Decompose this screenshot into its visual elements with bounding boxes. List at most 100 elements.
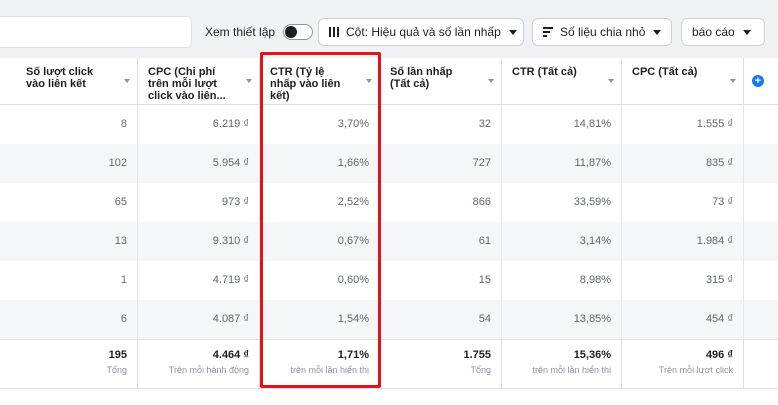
- metrics-table: Số lượt click vào liên kết 8 102 65 13 1…: [0, 58, 778, 405]
- table-cell: 727: [380, 144, 502, 183]
- column-ctr-link: CTR (Tỷ lệ nhấp vào liên kết) 3,70% 1,66…: [260, 58, 380, 388]
- sort-icon[interactable]: [730, 79, 736, 83]
- column-header[interactable]: CTR (Tỷ lệ nhấp vào liên kết): [260, 58, 380, 105]
- table-cell: 3,70%: [260, 105, 380, 144]
- total-label: trên mỗi lần hiển thị: [290, 365, 369, 375]
- total-cell: 1,71% trên mỗi lần hiển thị: [260, 339, 380, 388]
- table-cell: 65: [0, 183, 138, 222]
- sort-icon[interactable]: [488, 79, 494, 83]
- table-cell: 9.310 ₫: [138, 222, 260, 261]
- add-column-plus-icon[interactable]: +: [752, 75, 764, 87]
- table-cell: 14,81%: [502, 105, 622, 144]
- table-cell: 866: [380, 183, 502, 222]
- sort-icon[interactable]: [124, 79, 130, 83]
- table-cell: 2,52%: [260, 183, 380, 222]
- reports-dropdown-label: báo cáo: [692, 25, 735, 39]
- table-cell: 835 ₫: [622, 144, 744, 183]
- table-cell: [744, 183, 778, 222]
- column-cpc-link: CPC (Chi phí trên mỗi lượt click vào liê…: [138, 58, 260, 388]
- total-cell: 15,36% trên mỗi lần hiển thị: [502, 339, 622, 388]
- table-cell: 973 ₫: [138, 183, 260, 222]
- sort-icon[interactable]: [366, 79, 372, 83]
- total-cell: 195 Tổng: [0, 339, 138, 388]
- table-cell: 0,60%: [260, 261, 380, 300]
- table-cell: 8,98%: [502, 261, 622, 300]
- column-header[interactable]: CPC (Tất cả): [622, 58, 744, 105]
- view-setup-toggle[interactable]: [283, 24, 314, 40]
- total-label: Trên mỗi lượt click: [658, 365, 733, 375]
- table-cell: 6.219 ₫: [138, 105, 260, 144]
- table-cell: 454 ₫: [622, 300, 744, 339]
- toggle-knob: [285, 26, 298, 38]
- total-value: 4.464 ₫: [212, 349, 249, 361]
- column-cpc-all: CPC (Tất cả) 1.555 ₫ 835 ₫ 73 ₫ 1.984 ₫ …: [622, 58, 744, 388]
- table-cell: 6: [0, 300, 138, 339]
- search-box[interactable]: [0, 16, 192, 48]
- table-cell: [744, 144, 778, 183]
- table-cell: 1.984 ₫: [622, 222, 744, 261]
- table-cell: 1,66%: [260, 144, 380, 183]
- table-cell: 8: [0, 105, 138, 144]
- total-cell: 496 ₫ Trên mỗi lượt click: [622, 339, 744, 388]
- table-cell: 4.719 ₫: [138, 261, 260, 300]
- total-label: Trên mỗi hành động: [168, 365, 249, 375]
- table-cell: 73 ₫: [622, 183, 744, 222]
- table-cell: 1.555 ₫: [622, 105, 744, 144]
- chevron-down-icon: [742, 29, 751, 35]
- view-setup-label: Xem thiết lập: [205, 25, 276, 39]
- table-cell: 315 ₫: [622, 261, 744, 300]
- columns-icon: [329, 27, 339, 37]
- column-header[interactable]: Số lần nhấp (Tất cả): [380, 58, 502, 105]
- total-value: 1.755: [463, 349, 491, 361]
- total-value: 1,71%: [337, 349, 369, 361]
- table-cell: 1,54%: [260, 300, 380, 339]
- chevron-down-icon: [653, 29, 662, 35]
- table-cell: 13: [0, 222, 138, 261]
- toolbar: Xem thiết lập Cột: Hiệu quả và số lần nh…: [0, 0, 778, 58]
- breakdown-dropdown-label: Số liệu chia nhỏ: [560, 25, 646, 39]
- total-value: 15,36%: [573, 349, 611, 361]
- sort-icon[interactable]: [246, 79, 252, 83]
- chevron-down-icon: [508, 29, 517, 35]
- breakdown-dropdown[interactable]: Số liệu chia nhỏ: [532, 18, 672, 46]
- column-link-clicks: Số lượt click vào liên kết 8 102 65 13 1…: [0, 58, 138, 388]
- table-cell: 33,59%: [502, 183, 622, 222]
- view-setup-toggle-group[interactable]: Xem thiết lập: [205, 18, 314, 46]
- table-cell: 15: [380, 261, 502, 300]
- sort-icon[interactable]: [608, 79, 614, 83]
- add-column-area: [744, 58, 778, 388]
- column-header-label: CTR (Tất cả): [512, 66, 577, 78]
- breakdown-icon: [543, 27, 553, 37]
- columns-dropdown-label: Cột: Hiệu quả và số lần nhấp: [346, 25, 501, 39]
- table-cell: [744, 261, 778, 300]
- table-cell: 13,85%: [502, 300, 622, 339]
- column-header-label: CTR (Tỷ lệ nhấp vào liên kết): [270, 66, 341, 102]
- column-header[interactable]: CPC (Chi phí trên mỗi lượt click vào liê…: [138, 58, 260, 105]
- total-label: Tổng: [470, 365, 491, 375]
- table-cell: 54: [380, 300, 502, 339]
- table-cell: 32: [380, 105, 502, 144]
- column-clicks-all: Số lần nhấp (Tất cả) 32 727 866 61 15 54…: [380, 58, 502, 388]
- table-cell: 61: [380, 222, 502, 261]
- column-ctr-all: CTR (Tất cả) 14,81% 11,87% 33,59% 3,14% …: [502, 58, 622, 388]
- total-cell: 4.464 ₫ Trên mỗi hành động: [138, 339, 260, 388]
- reports-dropdown[interactable]: báo cáo: [681, 18, 765, 46]
- table-bottom-divider: [0, 388, 778, 389]
- table-cell: 0,67%: [260, 222, 380, 261]
- columns-dropdown[interactable]: Cột: Hiệu quả và số lần nhấp: [318, 18, 524, 46]
- total-label: Tổng: [106, 365, 127, 375]
- table-cell: [744, 105, 778, 144]
- table-cell: 11,87%: [502, 144, 622, 183]
- table-cell: 1: [0, 261, 138, 300]
- total-value: 195: [108, 349, 127, 361]
- column-header[interactable]: Số lượt click vào liên kết: [0, 58, 138, 105]
- total-label: trên mỗi lần hiển thị: [532, 365, 611, 375]
- table-cell: 3,14%: [502, 222, 622, 261]
- total-cell: [744, 339, 778, 388]
- total-value: 496 ₫: [705, 349, 733, 361]
- table-cell: 102: [0, 144, 138, 183]
- column-header-label: CPC (Tất cả): [632, 66, 698, 78]
- column-header[interactable]: CTR (Tất cả): [502, 58, 622, 105]
- column-header-label: CPC (Chi phí trên mỗi lượt click vào liê…: [148, 66, 226, 102]
- total-cell: 1.755 Tổng: [380, 339, 502, 388]
